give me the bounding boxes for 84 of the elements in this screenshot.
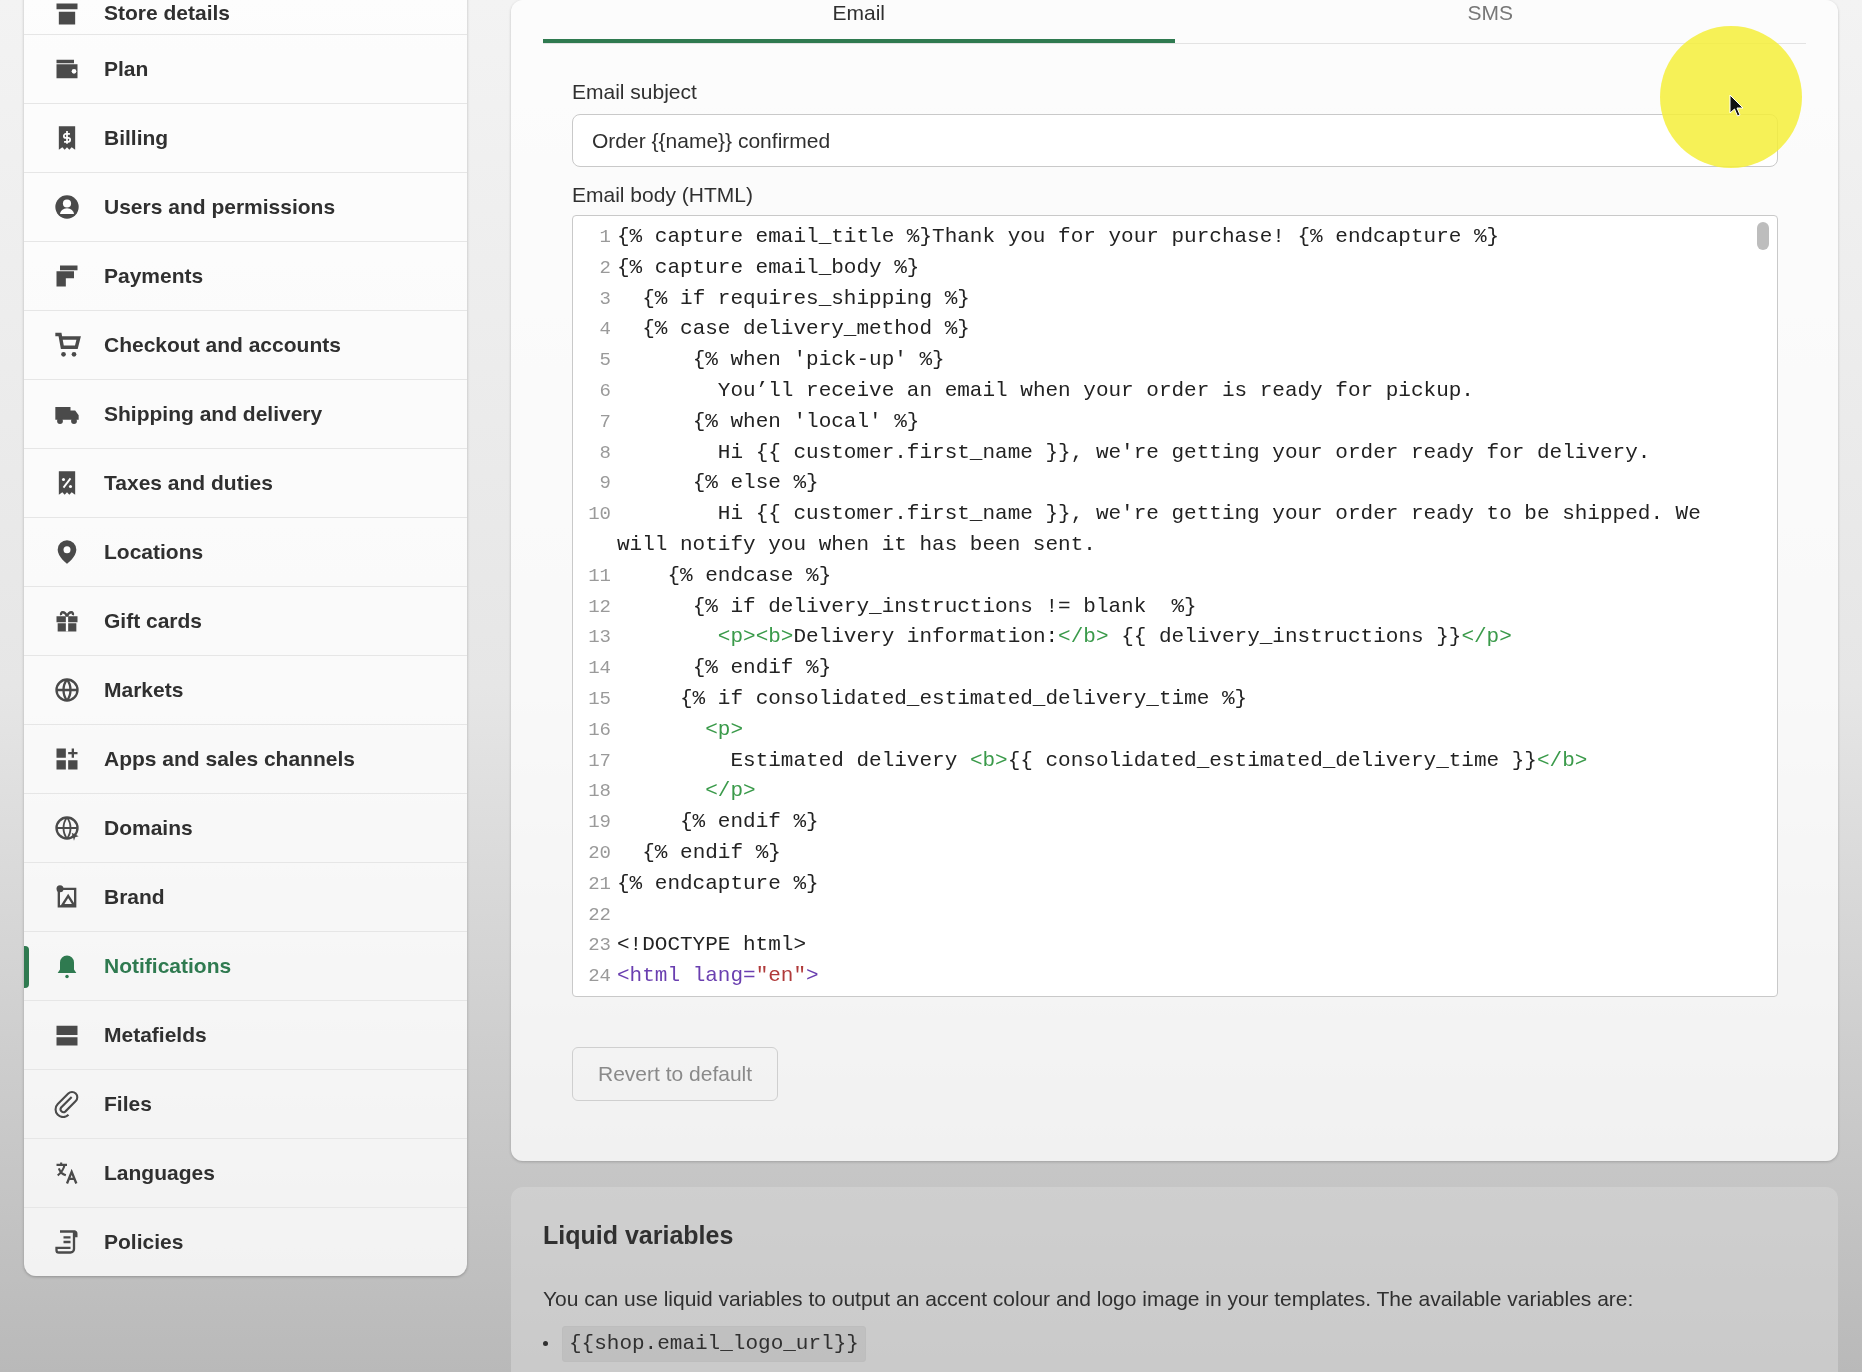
sidebar-item[interactable]: Locations — [24, 517, 467, 586]
line-number: 12 — [587, 594, 612, 620]
line-number: 11 — [587, 563, 612, 589]
sidebar-item[interactable]: Payments — [24, 241, 467, 310]
line-number: 17 — [587, 748, 612, 774]
sidebar-item[interactable]: Brand — [24, 862, 467, 931]
line-number: 10 — [587, 502, 612, 528]
bullet-icon — [543, 1341, 548, 1347]
sidebar-item[interactable]: Languages — [24, 1138, 467, 1207]
sidebar-item[interactable]: Shipping and delivery — [24, 379, 467, 448]
code-line: {% capture email_body %} — [617, 254, 921, 281]
code-line: Estimated delivery <b>{{ consolidated_estimated_delivery_time }}</b> — [729, 747, 1589, 774]
globe-icon — [53, 676, 81, 704]
line-number: 15 — [587, 686, 612, 712]
tab[interactable]: Email — [543, 0, 1175, 43]
code-line: <p><b>Delivery information:</b> {{ delivery_instructions }}</p> — [716, 624, 1513, 651]
code-line: {% capture email_title %}Thank you for your purchase! {% endcapture %} — [617, 224, 1501, 250]
sidebar-item[interactable]: Apps and sales channels — [24, 724, 467, 793]
line-number: 16 — [587, 717, 612, 743]
code-line: <p> — [704, 716, 745, 743]
cart-icon — [53, 331, 81, 359]
line-number: 2 — [598, 255, 612, 281]
code-line: {% if delivery_instructions != blank %} — [691, 593, 1198, 620]
sidebar-item[interactable]: Store details — [24, 0, 467, 34]
line-number: 5 — [598, 348, 612, 374]
code-editor[interactable] — [572, 215, 1778, 997]
sidebar-item[interactable]: Billing — [24, 103, 467, 172]
scrollbar-thumb[interactable] — [1757, 222, 1769, 250]
line-number: 9 — [598, 471, 612, 497]
code-line: You’ll receive an email when your order is ready for pickup. — [716, 378, 1475, 404]
line-number: 14 — [587, 656, 612, 682]
sidebar-item[interactable]: Users and permissions — [24, 172, 467, 241]
variable-code: {{shop.email_logo_url}} — [562, 1326, 866, 1362]
sidebar-item[interactable]: Notifications — [24, 931, 467, 1000]
globe-icon — [53, 814, 81, 842]
sidebar-item[interactable]: Domains — [24, 793, 467, 862]
field-label: Email body (HTML) — [572, 182, 754, 208]
line-number: 22 — [587, 902, 612, 928]
sidebar-item[interactable]: Files — [24, 1069, 467, 1138]
code-line: Hi {{ customer.first_name }}, we're getting your order ready for delivery. — [716, 439, 1652, 466]
code-line: {% case delivery_method %} — [641, 316, 971, 343]
description-text: You can use liquid variables to output an accent colour and logo image in your templates. The available variables are: — [543, 1285, 1635, 1312]
code-line: {% endif %} — [679, 809, 820, 836]
code-line: {% else %} — [691, 470, 820, 497]
line-number: 20 — [587, 840, 612, 866]
line-number: 8 — [598, 440, 612, 466]
sidebar-item[interactable]: Checkout and accounts — [24, 310, 467, 379]
code-line: {% endcase %} — [666, 562, 833, 589]
line-number: 23 — [587, 933, 612, 959]
paperclip-icon — [53, 1090, 81, 1118]
sidebar-item[interactable]: Plan — [24, 34, 467, 103]
line-number: 21 — [587, 871, 612, 897]
code-line: <html lang="en"> — [617, 963, 820, 990]
mouse-pointer-icon — [1729, 94, 1745, 118]
code-line: Hi {{ customer.first_name }}, we're getting your order ready to be shipped. We will notify you when it has been sent. — [617, 501, 1702, 558]
sidebar-item[interactable]: Taxes and duties — [24, 448, 467, 517]
code-line: {% if consolidated_estimated_delivery_time %} — [679, 685, 1249, 712]
code-line: {% endif %} — [641, 839, 782, 866]
line-number: 1 — [598, 225, 612, 250]
sidebar-item[interactable]: Policies — [24, 1207, 467, 1276]
line-number: 19 — [587, 810, 612, 836]
sidebar-item[interactable]: Metafields — [24, 1000, 467, 1069]
field-label: Email subject — [572, 79, 698, 105]
code-line: {% endcapture %} — [617, 870, 820, 897]
line-number: 4 — [598, 317, 612, 343]
section-heading: Liquid variables — [543, 1220, 735, 1251]
user-icon — [53, 193, 81, 221]
subject-field[interactable]: Order {{name}} confirmed — [572, 114, 1778, 167]
code-line: {% endif %} — [691, 655, 833, 682]
line-number: 24 — [587, 964, 612, 990]
line-number: 18 — [587, 779, 612, 805]
code-line: {% when 'pick-up' %} — [691, 347, 946, 374]
code-line: <!DOCTYPE html> — [617, 932, 808, 959]
line-number: 6 — [598, 379, 612, 404]
sidebar-item[interactable]: Gift cards — [24, 586, 467, 655]
tab[interactable]: SMS — [1174, 0, 1806, 43]
code-line: {% when 'local' %} — [691, 408, 921, 435]
code-line: </p> — [704, 778, 757, 805]
line-number: 7 — [598, 409, 612, 435]
line-number: 3 — [598, 286, 612, 312]
document-icon — [53, 1228, 81, 1256]
line-number: 13 — [587, 625, 612, 651]
code-line: {% if requires_shipping %} — [641, 285, 971, 312]
sidebar-item[interactable]: Markets — [24, 655, 467, 724]
